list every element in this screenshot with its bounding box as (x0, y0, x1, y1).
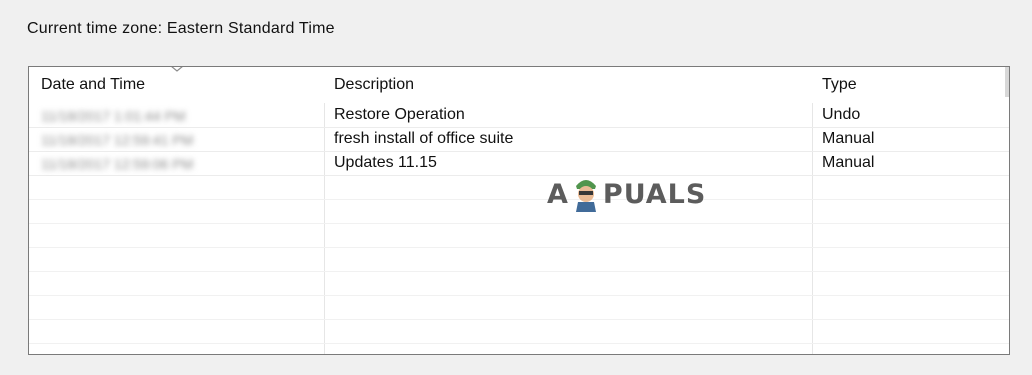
row-description: Restore Operation (334, 106, 465, 123)
restore-points-list[interactable]: Date and Time Description Type 11/18/201… (28, 66, 1010, 355)
row-date: 11/18/2017 1:01:44 PM (41, 108, 186, 124)
watermark-right-text: PUALS (602, 178, 707, 210)
column-header-type[interactable]: Type (822, 76, 857, 94)
appuals-watermark: A PUALS (547, 172, 706, 216)
empty-row (29, 223, 1009, 248)
empty-row (29, 199, 1009, 224)
row-type: Undo (822, 106, 861, 123)
list-header: Date and Time Description Type (29, 67, 1009, 103)
empty-row (29, 247, 1009, 272)
table-row[interactable]: 11/18/2017 1:01:44 PM Restore Operation … (29, 103, 1009, 128)
column-header-description[interactable]: Description (334, 76, 414, 94)
row-type: Manual (822, 130, 875, 147)
row-description: Updates 11.15 (334, 154, 437, 171)
chevron-down-icon (171, 67, 183, 72)
current-timezone-label: Current time zone: Eastern Standard Time (27, 20, 335, 37)
table-row[interactable]: 11/18/2017 12:59:06 PM Updates 11.15 Man… (29, 151, 1009, 176)
empty-row (29, 319, 1009, 344)
empty-row (29, 175, 1009, 200)
empty-row (29, 295, 1009, 320)
watermark-left-text: A (547, 178, 569, 210)
vertical-scrollbar[interactable] (1005, 67, 1009, 97)
empty-row (29, 271, 1009, 296)
appuals-mascot-icon (575, 180, 596, 212)
table-row[interactable]: 11/18/2017 12:59:41 PM fresh install of … (29, 127, 1009, 152)
row-description: fresh install of office suite (334, 130, 514, 147)
row-date: 11/18/2017 12:59:06 PM (41, 156, 194, 172)
row-type: Manual (822, 154, 875, 171)
row-date: 11/18/2017 12:59:41 PM (41, 132, 194, 148)
column-header-date[interactable]: Date and Time (41, 76, 145, 94)
